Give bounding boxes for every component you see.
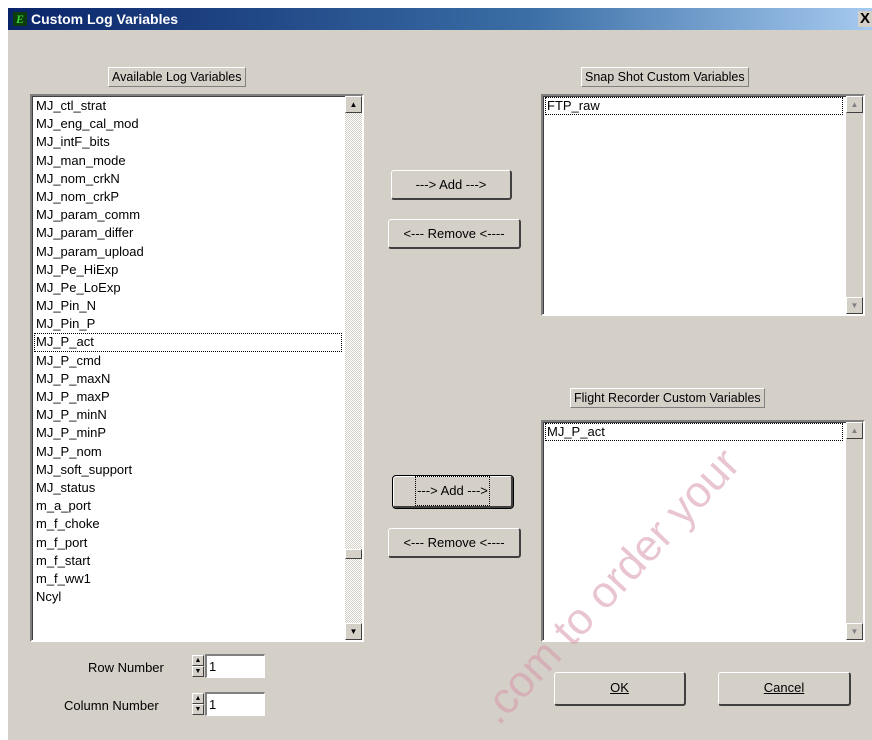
spin-down-icon[interactable]: ▼ (192, 704, 204, 715)
available-scrollbar[interactable]: ▲ ▼ (345, 96, 362, 640)
snapshot-items: FTP_raw (545, 97, 843, 116)
spin-down-icon[interactable]: ▼ (192, 666, 204, 677)
flight-recorder-remove-button[interactable]: <--- Remove <---- (388, 528, 521, 558)
available-variable-list-item[interactable]: MJ_man_mode (34, 152, 342, 170)
close-button[interactable]: X (858, 11, 872, 27)
window-title: Custom Log Variables (31, 11, 179, 27)
available-variable-list-item[interactable]: m_a_port (34, 497, 342, 515)
available-variable-list-item[interactable]: MJ_soft_support (34, 461, 342, 479)
snapshot-variables-label: Snap Shot Custom Variables (581, 67, 749, 87)
available-variable-list-item[interactable]: MJ_param_upload (34, 243, 342, 261)
cancel-button[interactable]: Cancel (718, 672, 851, 706)
available-variable-list-item[interactable]: MJ_P_maxN (34, 370, 342, 388)
available-variable-list-item[interactable]: MJ_P_nom (34, 443, 342, 461)
flight-recorder-items: MJ_P_act (545, 423, 843, 442)
column-number-label: Column Number (64, 698, 159, 713)
available-variable-list-item[interactable]: m_f_choke (34, 515, 342, 533)
spin-up-icon[interactable]: ▲ (192, 693, 204, 704)
available-variable-list-item[interactable]: MJ_Pe_HiExp (34, 261, 342, 279)
snapshot-variable-list-item[interactable]: FTP_raw (545, 97, 843, 116)
spin-up-icon[interactable]: ▲ (192, 655, 204, 666)
available-variable-list-item[interactable]: m_f_start (34, 552, 342, 570)
available-variable-list-item[interactable]: Ncyl (34, 588, 342, 606)
row-number-spinner[interactable]: ▲ ▼ (192, 655, 204, 677)
title-bar[interactable]: E Custom Log Variables X (8, 8, 872, 30)
row-number-input[interactable]: 1 (205, 654, 265, 678)
available-variables-list[interactable]: MJ_ctl_strat MJ_eng_cal_mod MJ_intF_bits MJ… (30, 94, 364, 642)
available-variable-list-item[interactable]: MJ_status (34, 479, 342, 497)
available-variable-list-item[interactable]: MJ_ctl_strat (34, 97, 342, 115)
scroll-down-icon: ▼ (846, 297, 863, 314)
available-variable-list-item[interactable]: MJ_Pin_P (34, 315, 342, 333)
available-variable-list-item[interactable]: MJ_P_act (34, 333, 342, 352)
flight-recorder-variables-list[interactable]: MJ_P_act ▲ ▼ (541, 420, 865, 642)
available-variable-list-item[interactable]: MJ_param_differ (34, 224, 342, 242)
available-variable-list-item[interactable]: MJ_P_minN (34, 406, 342, 424)
scroll-down-icon[interactable]: ▼ (345, 623, 362, 640)
snapshot-remove-button[interactable]: <--- Remove <---- (388, 219, 521, 249)
scroll-thumb[interactable] (345, 549, 362, 560)
app-logo-icon: E (13, 12, 27, 26)
available-variable-list-item[interactable]: MJ_P_minP (34, 424, 342, 442)
available-items: MJ_ctl_strat MJ_eng_cal_mod MJ_intF_bits MJ… (34, 97, 342, 606)
scroll-up-icon: ▲ (846, 422, 863, 439)
ok-label: OK (610, 680, 629, 695)
available-variable-list-item[interactable]: MJ_intF_bits (34, 133, 342, 151)
available-variable-list-item[interactable]: MJ_eng_cal_mod (34, 115, 342, 133)
column-number-spinner[interactable]: ▲ ▼ (192, 693, 204, 715)
available-variable-list-item[interactable]: MJ_P_cmd (34, 352, 342, 370)
ok-button[interactable]: OK (554, 672, 686, 706)
flight-recorder-add-button[interactable]: ---> Add ---> (392, 475, 514, 509)
scroll-up-icon[interactable]: ▲ (345, 96, 362, 113)
snapshot-scrollbar[interactable]: ▲ ▼ (846, 96, 863, 314)
snapshot-add-button[interactable]: ---> Add ---> (391, 170, 512, 200)
available-variable-list-item[interactable]: m_f_port (34, 534, 342, 552)
cancel-label: Cancel (763, 680, 805, 695)
available-variable-list-item[interactable]: MJ_nom_crkP (34, 188, 342, 206)
available-variables-label: Available Log Variables (108, 67, 246, 87)
available-variable-list-item[interactable]: MJ_Pin_N (34, 297, 342, 315)
scroll-up-icon: ▲ (846, 96, 863, 113)
available-variable-list-item[interactable]: MJ_param_comm (34, 206, 342, 224)
available-variable-list-item[interactable]: MJ_P_maxP (34, 388, 342, 406)
available-variable-list-item[interactable]: MJ_Pe_LoExp (34, 279, 342, 297)
flight-recorder-variables-label: Flight Recorder Custom Variables (570, 388, 765, 408)
snapshot-variables-list[interactable]: FTP_raw ▲ ▼ (541, 94, 865, 316)
column-number-input[interactable]: 1 (205, 692, 265, 716)
available-variable-list-item[interactable]: MJ_nom_crkN (34, 170, 342, 188)
row-number-label: Row Number (88, 660, 164, 675)
available-variable-list-item[interactable]: m_f_ww1 (34, 570, 342, 588)
scroll-down-icon: ▼ (846, 623, 863, 640)
flight-recorder-add-label: ---> Add ---> (415, 476, 490, 506)
custom-log-variables-dialog: E Custom Log Variables X Available Log V… (8, 8, 872, 740)
flight-recorder-variable-list-item[interactable]: MJ_P_act (545, 423, 843, 442)
flight-recorder-scrollbar[interactable]: ▲ ▼ (846, 422, 863, 640)
